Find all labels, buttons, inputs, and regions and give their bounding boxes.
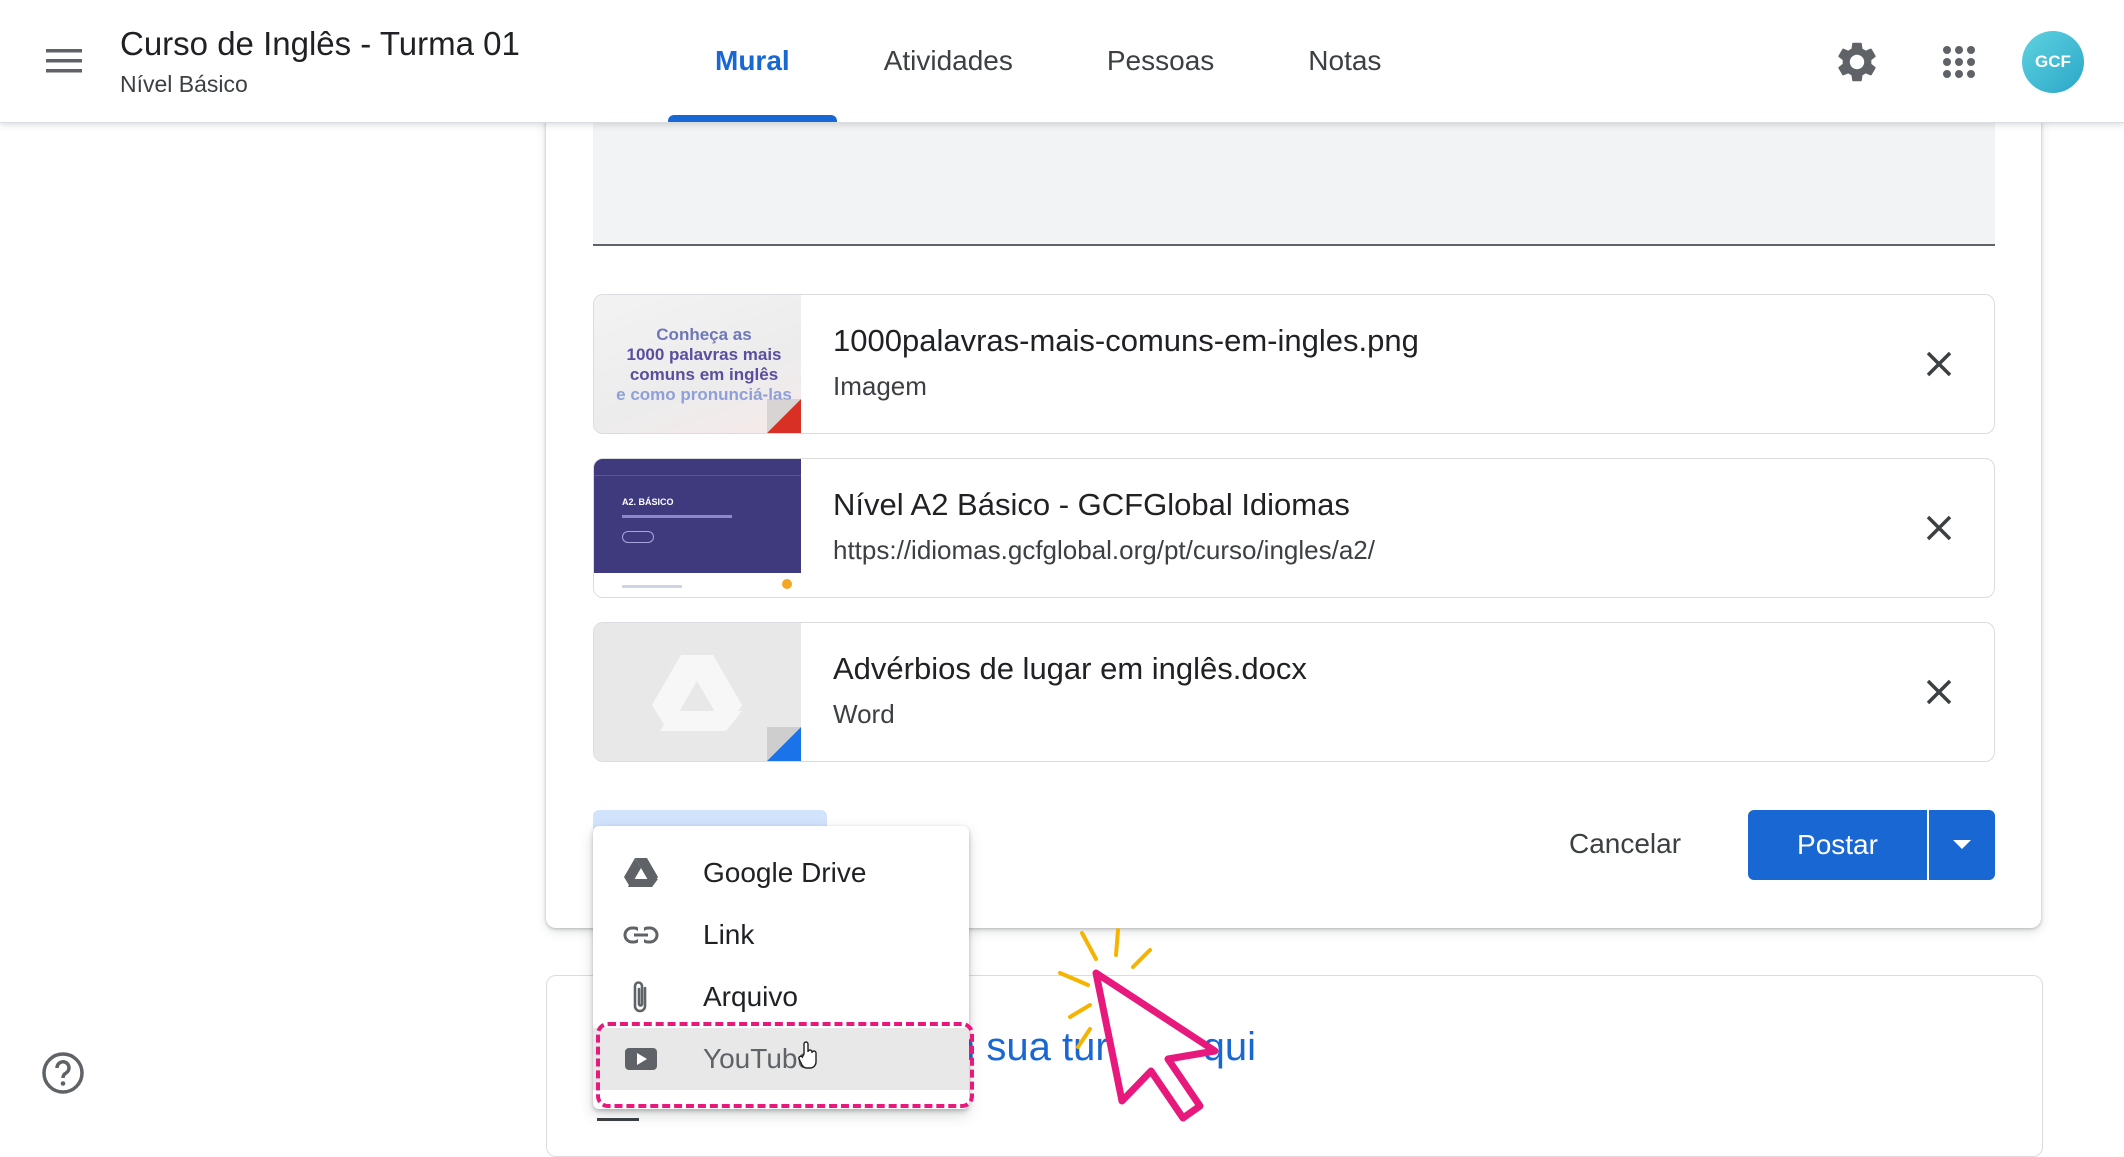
avatar[interactable]: GCF [2022, 31, 2084, 93]
link-icon [623, 917, 659, 953]
thumb-line: comuns em inglês [629, 365, 779, 384]
attachment-thumbnail: A2. BÁSICO [594, 459, 801, 597]
menu-item-label: Arquivo [703, 981, 798, 1012]
class-title[interactable]: Curso de Inglês - Turma 01 [120, 24, 520, 64]
attachment-type: Imagem [833, 371, 927, 401]
tab-atividades[interactable]: Atividades [837, 0, 1060, 122]
top-app-bar: Curso de Inglês - Turma 01 Nível Básico … [0, 0, 2124, 123]
divider [597, 1118, 639, 1121]
menu-icon[interactable] [40, 41, 90, 81]
post-text-input[interactable] [593, 122, 1995, 246]
apps-grid-icon[interactable] [1935, 38, 1983, 86]
attachment-title[interactable]: Nível A2 Básico - GCFGlobal Idiomas [833, 487, 1350, 523]
google-drive-icon [623, 855, 659, 891]
hand-cursor-icon [797, 1040, 819, 1070]
remove-attachment-icon[interactable] [1914, 339, 1964, 389]
thumb-heading: A2. BÁSICO [622, 497, 674, 507]
attachment-type: Word [833, 699, 895, 729]
tab-pessoas[interactable]: Pessoas [1060, 0, 1261, 122]
paperclip-icon [623, 979, 659, 1015]
post-button[interactable]: Postar [1748, 810, 1927, 880]
menu-item-arquivo[interactable]: Arquivo [593, 966, 969, 1028]
post-options-dropdown[interactable] [1929, 810, 1995, 880]
menu-item-youtube[interactable]: YouTube [593, 1028, 969, 1090]
help-icon[interactable] [40, 1050, 86, 1096]
gear-icon[interactable] [1833, 38, 1881, 86]
menu-item-link[interactable]: Link [593, 904, 969, 966]
class-subtitle: Nível Básico [120, 71, 248, 97]
annotation-pointer-icon [1030, 925, 1260, 1125]
google-drive-icon [650, 653, 744, 733]
youtube-icon [623, 1041, 659, 1077]
attachment-title[interactable]: 1000palavras-mais-comuns-em-ingles.png [833, 323, 1419, 359]
attachment-thumbnail [594, 623, 801, 761]
tab-notas[interactable]: Notas [1261, 0, 1428, 122]
add-attachment-menu: Google Drive Link Arquivo YouTube [593, 826, 969, 1109]
image-type-corner [767, 399, 801, 433]
thumb-line: 1000 palavras mais [626, 345, 782, 364]
menu-item-label: Link [703, 919, 755, 950]
thumb-line: Conheça as [656, 325, 752, 344]
menu-item-google-drive[interactable]: Google Drive [593, 842, 969, 904]
remove-attachment-icon[interactable] [1914, 503, 1964, 553]
attachment-thumbnail: Conheça as 1000 palavras mais comuns em … [594, 295, 801, 433]
remove-attachment-icon[interactable] [1914, 667, 1964, 717]
caret-down-icon [1953, 840, 1971, 849]
attachment-card-link[interactable]: A2. BÁSICO Nível A2 Básico - GCFGlobal I… [593, 458, 1995, 598]
attachment-title[interactable]: Advérbios de lugar em inglês.docx [833, 651, 1307, 687]
word-type-corner [767, 727, 801, 761]
cancel-button[interactable]: Cancelar [1540, 808, 1710, 880]
attachment-card-image[interactable]: Conheça as 1000 palavras mais comuns em … [593, 294, 1995, 434]
menu-item-label: Google Drive [703, 857, 867, 888]
tab-mural[interactable]: Mural [668, 0, 837, 122]
attachment-url: https://idiomas.gcfglobal.org/pt/curso/i… [833, 535, 1375, 565]
attachment-card-docx[interactable]: Advérbios de lugar em inglês.docx Word [593, 622, 1995, 762]
class-title-block: Curso de Inglês - Turma 01 Nível Básico [120, 24, 520, 100]
class-tabs: Mural Atividades Pessoas Notas [668, 0, 1428, 122]
